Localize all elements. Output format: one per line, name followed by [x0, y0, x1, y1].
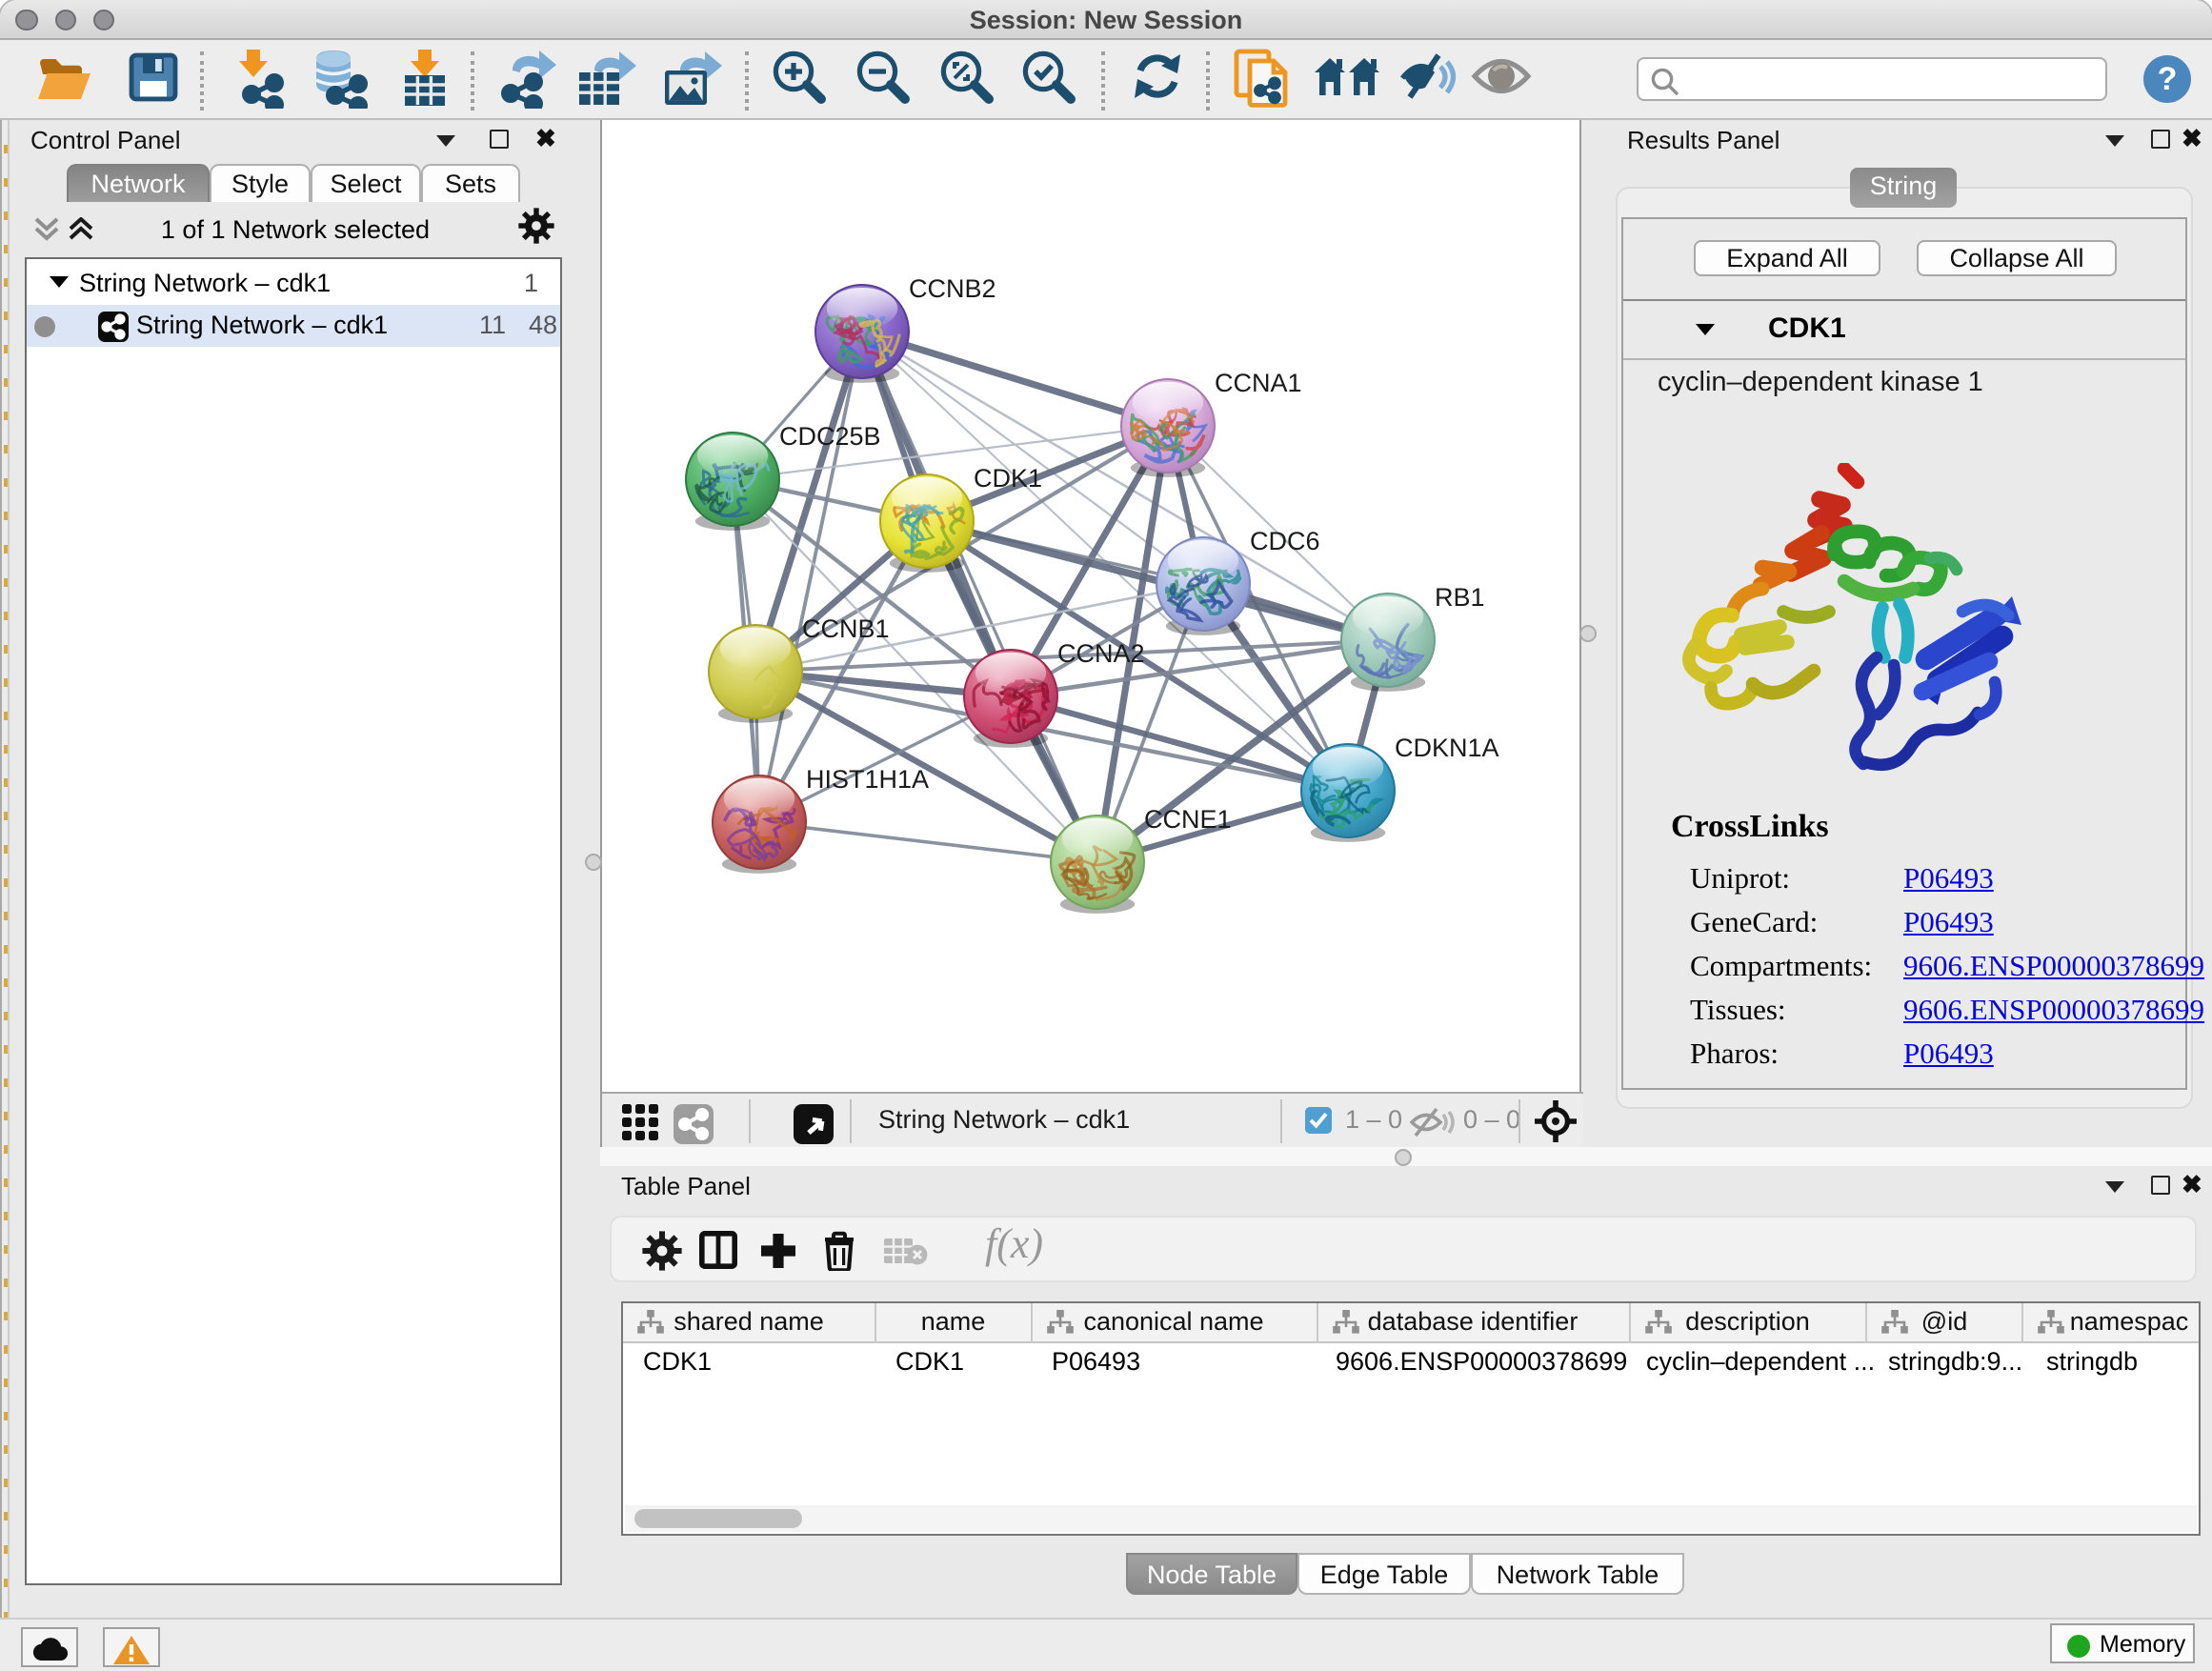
svg-text:CCNB1: CCNB1	[802, 614, 890, 643]
svg-text:HIST1H1A: HIST1H1A	[806, 765, 929, 794]
svg-text:CDKN1A: CDKN1A	[1395, 734, 1499, 762]
svg-text:CDK1: CDK1	[974, 464, 1042, 493]
svg-text:CCNE1: CCNE1	[1144, 805, 1232, 834]
svg-text:RB1: RB1	[1435, 583, 1485, 612]
svg-text:CCNA1: CCNA1	[1215, 369, 1302, 397]
svg-text:CCNB2: CCNB2	[909, 274, 996, 303]
svg-text:CCNA2: CCNA2	[1057, 639, 1145, 668]
svg-text:CDC6: CDC6	[1250, 527, 1320, 555]
svg-text:CDC25B: CDC25B	[779, 422, 881, 451]
